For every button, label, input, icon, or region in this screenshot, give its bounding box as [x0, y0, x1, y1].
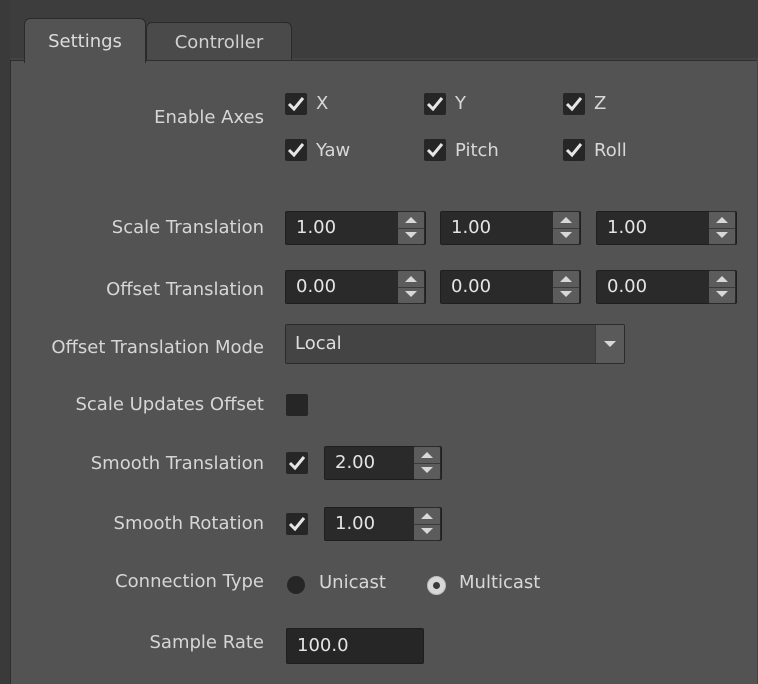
- checkbox-pitch-label: Pitch: [455, 140, 499, 161]
- arrow-up-icon: [716, 276, 728, 282]
- spinbox-value: 0.00: [607, 276, 648, 297]
- spinbox-value: 0.00: [451, 276, 492, 297]
- spinbox-value: 1.00: [451, 217, 492, 238]
- dropdown-arrow-button[interactable]: [595, 325, 624, 363]
- increment-button[interactable]: [709, 271, 735, 288]
- spinbox-value: 1.00: [607, 217, 648, 238]
- checkbox-roll[interactable]: [563, 139, 585, 161]
- arrow-up-icon: [716, 217, 728, 223]
- checkbox-y-label: Y: [455, 93, 466, 114]
- check-icon: [426, 97, 444, 112]
- check-icon: [288, 517, 306, 532]
- sample-rate-value: 100.0: [297, 635, 349, 656]
- smooth-rotation-checkbox[interactable]: [286, 513, 308, 535]
- offset-translation-z-spinbox[interactable]: 0.00: [596, 270, 737, 304]
- smooth-rotation-label: Smooth Rotation: [113, 513, 264, 534]
- radio-unicast-label: Unicast: [319, 572, 386, 593]
- scale-updates-offset-checkbox[interactable]: [286, 394, 308, 416]
- increment-button[interactable]: [398, 212, 424, 229]
- offset-translation-x-spinbox[interactable]: 0.00: [285, 270, 426, 304]
- checkbox-pitch[interactable]: [424, 139, 446, 161]
- decrement-button[interactable]: [398, 287, 424, 303]
- decrement-button[interactable]: [553, 228, 579, 244]
- tab-settings[interactable]: Settings: [24, 18, 146, 63]
- smooth-rotation-spinbox[interactable]: 1.00: [324, 507, 442, 541]
- arrow-up-icon: [405, 276, 417, 282]
- increment-button[interactable]: [553, 212, 579, 229]
- chevron-down-icon: [604, 341, 616, 347]
- arrow-up-icon: [421, 452, 433, 458]
- decrement-button[interactable]: [414, 524, 440, 540]
- checkbox-yaw-label: Yaw: [316, 140, 351, 161]
- arrow-down-icon: [405, 291, 417, 297]
- arrow-up-icon: [560, 217, 572, 223]
- offset-translation-mode-label: Offset Translation Mode: [51, 337, 264, 358]
- arrow-down-icon: [421, 467, 433, 473]
- arrow-up-icon: [405, 217, 417, 223]
- check-icon: [287, 143, 305, 158]
- decrement-button[interactable]: [709, 228, 735, 244]
- offset-translation-mode-dropdown[interactable]: Local: [285, 324, 625, 364]
- smooth-translation-checkbox[interactable]: [286, 452, 308, 474]
- radio-multicast-label: Multicast: [459, 572, 541, 593]
- checkbox-roll-label: Roll: [594, 140, 627, 161]
- scale-translation-x-spinbox[interactable]: 1.00: [285, 211, 426, 245]
- radio-multicast[interactable]: [427, 576, 446, 595]
- arrow-down-icon: [716, 291, 728, 297]
- scale-updates-offset-label: Scale Updates Offset: [75, 394, 264, 415]
- tab-settings-label: Settings: [48, 30, 122, 52]
- dropdown-value: Local: [295, 333, 342, 354]
- spinbox-value: 1.00: [335, 513, 376, 534]
- increment-button[interactable]: [398, 271, 424, 288]
- checkbox-x-label: X: [316, 93, 329, 114]
- smooth-translation-spinbox[interactable]: 2.00: [324, 446, 442, 480]
- check-icon: [287, 97, 305, 112]
- decrement-button[interactable]: [398, 228, 424, 244]
- arrow-down-icon: [560, 291, 572, 297]
- decrement-button[interactable]: [709, 287, 735, 303]
- enable-axes-label: Enable Axes: [154, 107, 264, 128]
- check-icon: [565, 143, 583, 158]
- spinbox-value: 0.00: [296, 276, 337, 297]
- offset-translation-label: Offset Translation: [106, 279, 264, 300]
- check-icon: [426, 143, 444, 158]
- arrow-up-icon: [560, 276, 572, 282]
- check-icon: [565, 97, 583, 112]
- decrement-button[interactable]: [553, 287, 579, 303]
- checkbox-y[interactable]: [424, 93, 446, 115]
- arrow-down-icon: [405, 232, 417, 238]
- arrow-down-icon: [560, 232, 572, 238]
- arrow-up-icon: [421, 513, 433, 519]
- spinbox-value: 2.00: [335, 452, 376, 473]
- connection-type-label: Connection Type: [115, 571, 264, 592]
- increment-button[interactable]: [709, 212, 735, 229]
- radio-unicast[interactable]: [287, 576, 305, 594]
- checkbox-yaw[interactable]: [285, 139, 307, 161]
- tab-controller-label: Controller: [174, 31, 264, 53]
- sample-rate-input[interactable]: 100.0: [286, 628, 424, 664]
- increment-button[interactable]: [414, 447, 440, 464]
- checkbox-z-label: Z: [594, 93, 607, 114]
- increment-button[interactable]: [414, 508, 440, 525]
- arrow-down-icon: [421, 528, 433, 534]
- smooth-translation-label: Smooth Translation: [90, 453, 264, 474]
- check-icon: [288, 456, 306, 471]
- checkbox-x[interactable]: [285, 93, 307, 115]
- increment-button[interactable]: [553, 271, 579, 288]
- offset-translation-y-spinbox[interactable]: 0.00: [440, 270, 581, 304]
- spinbox-value: 1.00: [296, 217, 337, 238]
- sample-rate-label: Sample Rate: [149, 632, 265, 653]
- checkbox-z[interactable]: [563, 93, 585, 115]
- left-edge: [0, 0, 10, 683]
- arrow-down-icon: [716, 232, 728, 238]
- scale-translation-z-spinbox[interactable]: 1.00: [596, 211, 737, 245]
- scale-translation-y-spinbox[interactable]: 1.00: [440, 211, 581, 245]
- tab-controller[interactable]: Controller: [146, 22, 292, 61]
- decrement-button[interactable]: [414, 463, 440, 479]
- scale-translation-label: Scale Translation: [111, 217, 264, 238]
